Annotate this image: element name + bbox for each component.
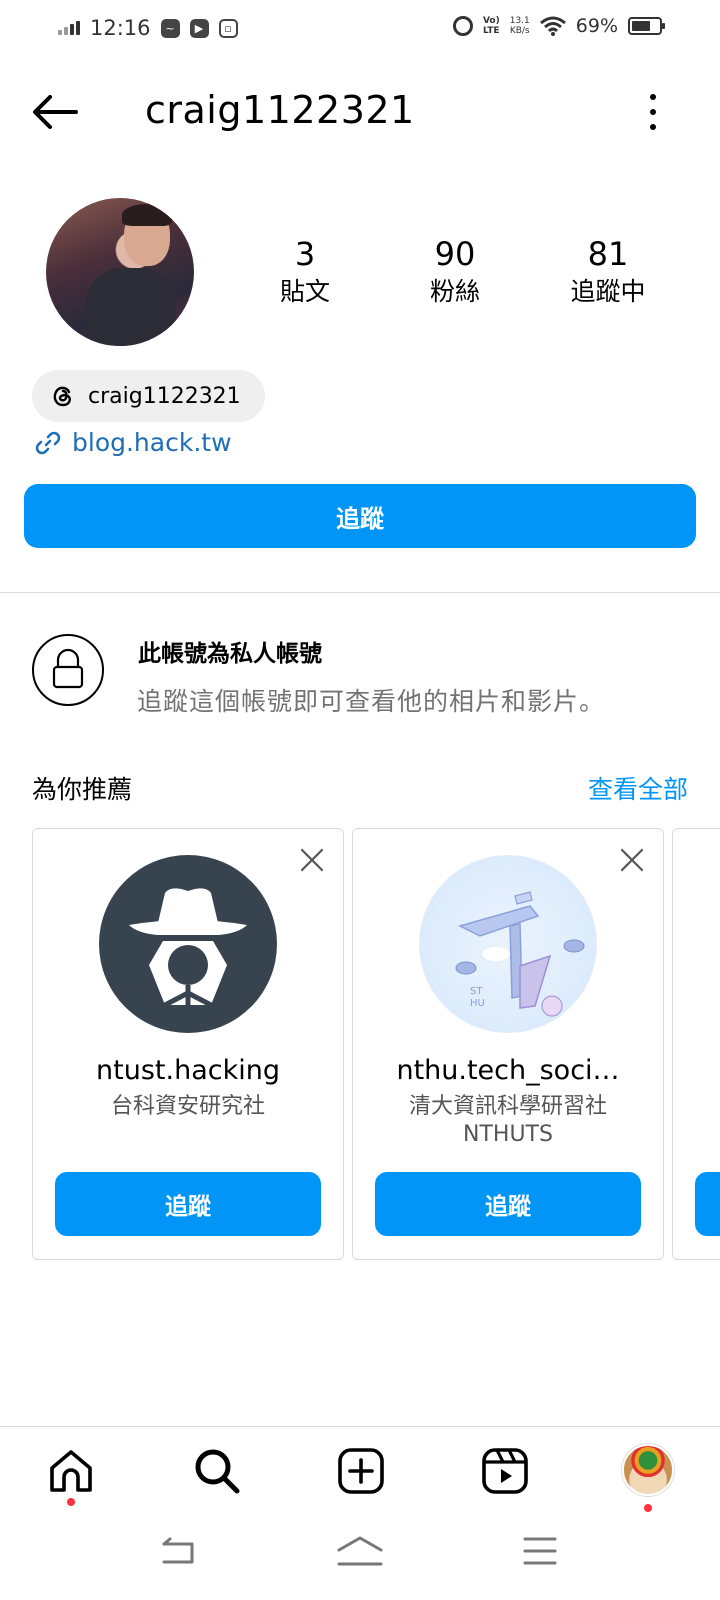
more-dot-icon [650, 94, 656, 100]
suggestion-card[interactable]: ntust.hacking 台科資安研究社 追蹤 [32, 828, 344, 1260]
battery-icon [628, 17, 665, 35]
suggestion-card-partial[interactable] [672, 828, 720, 1260]
status-bar: 12:16 ~ ▶ ▫ Vo) LTE 13.1 KB/s 69% [0, 0, 720, 60]
lock-icon [32, 634, 104, 706]
network-speed: 13.1 KB/s [510, 16, 530, 36]
nthuts-logo-icon: ST HU [455, 891, 585, 1017]
suggestion-follow-button-partial[interactable] [695, 1172, 720, 1236]
following-label: 追蹤中 [570, 277, 646, 306]
suggestion-avatar[interactable] [99, 855, 277, 1033]
bio-link[interactable]: blog.hack.tw [34, 428, 232, 457]
speed-value: 13.1 [509, 16, 530, 26]
volte-top: Vo) [482, 16, 500, 26]
system-navigation-bar [0, 1520, 720, 1600]
see-all-link[interactable]: 查看全部 [588, 770, 688, 806]
bottom-nav-divider [0, 1426, 720, 1427]
messenger-icon: ~ [160, 18, 180, 38]
nav-create[interactable] [336, 1446, 386, 1496]
suggestion-fullname-line1: 清大資訊科學研習社 [408, 1094, 607, 1119]
close-icon [620, 848, 644, 872]
more-dot-icon [650, 109, 656, 115]
wifi-icon [539, 16, 566, 36]
followers-stat[interactable]: 90 粉絲 [400, 234, 510, 310]
following-count: 81 [587, 235, 629, 273]
system-menu-icon[interactable] [522, 1534, 558, 1568]
profile-avatar[interactable] [46, 198, 194, 346]
system-home-icon[interactable] [335, 1534, 385, 1570]
private-account-description: 追蹤這個帳號即可查看他的相片和影片。 [137, 687, 606, 716]
notification-dot [67, 1498, 75, 1506]
status-bar-right: Vo) LTE 13.1 KB/s 69% [452, 15, 665, 37]
profile-stats: 3 貼文 90 粉絲 81 追蹤中 [250, 234, 690, 310]
section-divider [0, 592, 720, 593]
bio-link-text: blog.hack.tw [72, 428, 232, 457]
home-icon [50, 1450, 92, 1492]
suggestion-avatar[interactable]: ST HU [419, 855, 597, 1033]
create-post-icon [338, 1448, 384, 1494]
more-dot-icon [650, 124, 656, 130]
avatar-figure [86, 268, 176, 346]
suggestion-follow-button[interactable]: 追蹤 [55, 1172, 321, 1236]
private-account-title: 此帳號為私人帳號 [138, 641, 322, 667]
threads-badge[interactable]: craig1122321 [32, 370, 265, 422]
youtube-icon: ▶ [189, 18, 209, 38]
page-title: craig1122321 [145, 88, 415, 132]
posts-count: 3 [294, 235, 316, 273]
volte-icon: Vo) LTE [483, 16, 500, 36]
battery-percent: 69% [575, 15, 618, 37]
svg-text:HU: HU [470, 998, 485, 1009]
dismiss-suggestion-button[interactable] [299, 847, 325, 873]
status-bar-left: 12:16 ~ ▶ ▫ [58, 16, 238, 40]
link-icon [35, 431, 61, 454]
suggestion-follow-button[interactable]: 追蹤 [375, 1172, 641, 1236]
nav-reels[interactable] [480, 1446, 530, 1496]
follow-button[interactable]: 追蹤 [24, 484, 696, 548]
threads-icon [53, 386, 71, 407]
app-notification-icon: ▫ [218, 18, 238, 38]
suggestion-fullname-line1: 台科資安研究社 [110, 1094, 265, 1119]
suggestion-username[interactable]: ntust.hacking [33, 1055, 343, 1086]
hacker-logo-icon [129, 888, 247, 1008]
suggestion-username[interactable]: nthu.tech_soci… [353, 1055, 663, 1086]
reels-icon [482, 1448, 528, 1494]
followers-label: 粉絲 [429, 277, 480, 306]
posts-stat[interactable]: 3 貼文 [250, 234, 360, 310]
suggestion-fullname-line2: NTHUTS [463, 1122, 553, 1147]
bottom-navigation [0, 1428, 720, 1512]
nav-home[interactable] [46, 1446, 96, 1506]
system-back-icon[interactable] [158, 1536, 198, 1570]
close-icon [300, 848, 324, 872]
dismiss-suggestion-button[interactable] [619, 847, 645, 873]
battery-fill [632, 21, 650, 31]
notification-dot [644, 1504, 652, 1512]
nav-search[interactable] [192, 1446, 242, 1496]
volte-bottom: LTE [483, 26, 500, 36]
signal-icon [58, 21, 80, 35]
nav-profile-avatar[interactable] [622, 1444, 674, 1496]
suggestions-title: 為你推薦 [32, 775, 133, 804]
alarm-icon [452, 16, 473, 36]
back-button[interactable] [30, 92, 80, 132]
followers-count: 90 [434, 235, 476, 273]
threads-handle: craig1122321 [88, 383, 241, 409]
speed-unit: KB/s [509, 26, 530, 36]
more-options-button[interactable] [646, 94, 660, 130]
following-stat[interactable]: 81 追蹤中 [548, 234, 668, 310]
back-arrow-icon [33, 95, 78, 129]
svg-text:ST: ST [470, 986, 483, 997]
search-icon [195, 1449, 240, 1494]
avatar-hair [122, 204, 172, 226]
posts-label: 貼文 [279, 277, 330, 306]
suggestion-fullname: 台科資安研究社 [33, 1093, 343, 1121]
suggestion-card[interactable]: ST HU nthu.tech_soci… 清大資訊科學研習社 NTHUTS 追… [352, 828, 664, 1260]
profile-header: craig1122321 [0, 78, 720, 148]
suggestion-fullname: 清大資訊科學研習社 NTHUTS [353, 1093, 663, 1149]
status-time: 12:16 [90, 16, 151, 40]
